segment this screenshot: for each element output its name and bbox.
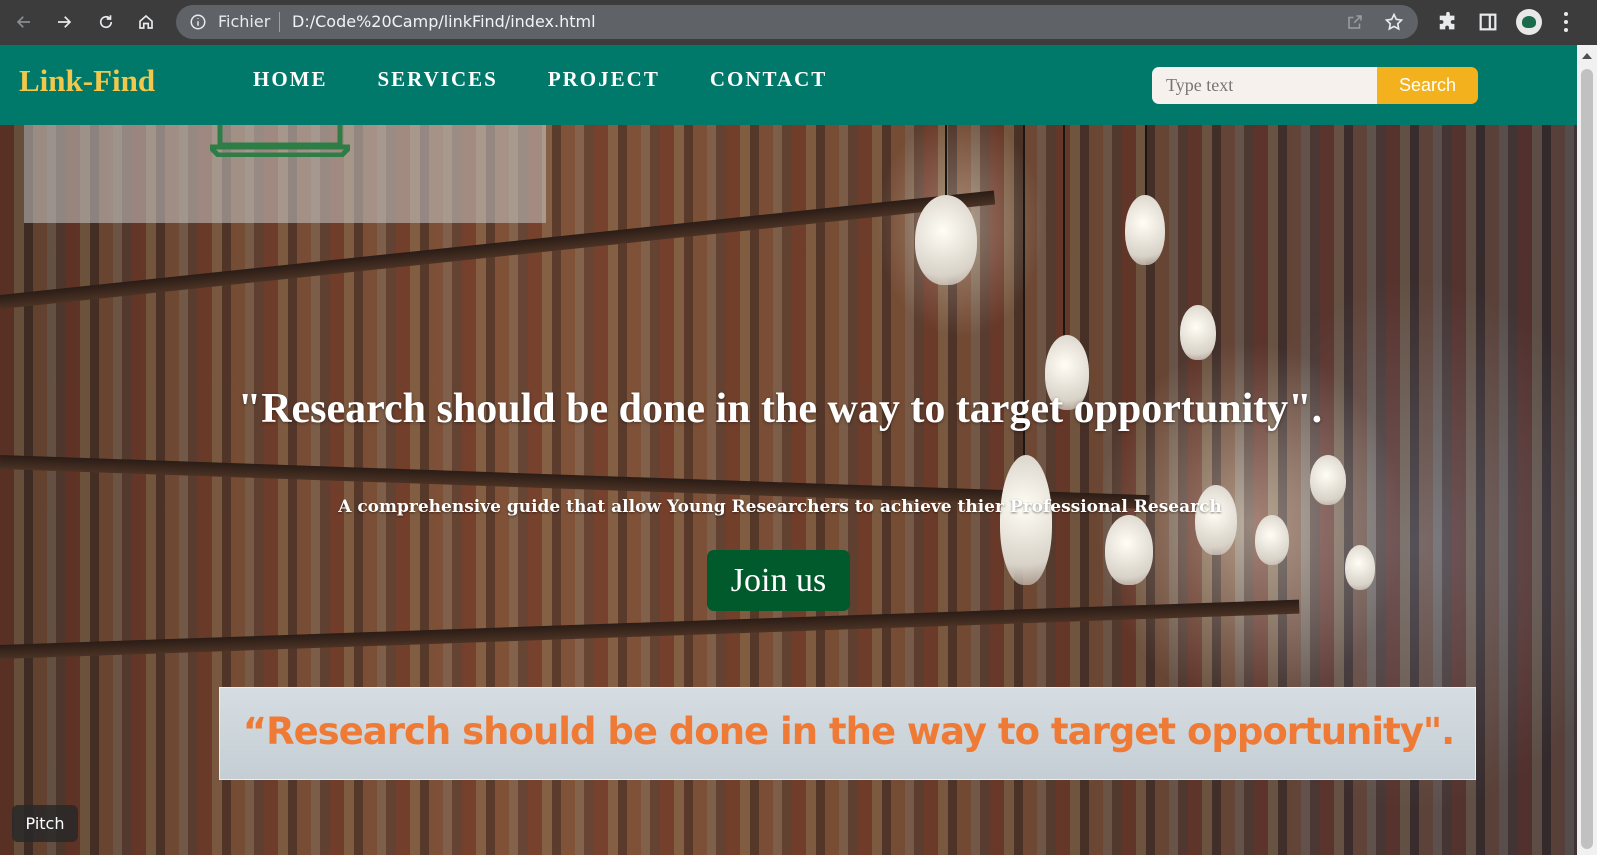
page-scrollbar[interactable] xyxy=(1577,45,1597,855)
hero-subline: A comprehensive guide that allow Young R… xyxy=(338,497,1222,517)
light-bulb xyxy=(1345,545,1375,590)
light-bulb xyxy=(1195,485,1237,555)
pitch-badge[interactable]: Pitch xyxy=(12,805,78,842)
omnibox-divider xyxy=(279,12,280,32)
join-us-button[interactable]: Join us xyxy=(707,550,850,611)
avatar-bird-icon xyxy=(1522,16,1536,28)
hero-headline: "Research should be done in the way to t… xyxy=(237,386,1323,432)
quote-banner: “Research should be done in the way to t… xyxy=(219,687,1476,780)
address-bar[interactable]: Fichier D:/Code%20Camp/linkFind/index.ht… xyxy=(176,5,1418,39)
scheme-label: Fichier xyxy=(218,12,271,31)
back-arrow-icon[interactable] xyxy=(13,11,35,33)
extensions-icon[interactable] xyxy=(1437,11,1459,33)
main-nav: HOME SERVICES PROJECT CONTACT xyxy=(253,67,877,92)
side-panel-icon[interactable] xyxy=(1477,11,1499,33)
scroll-up-icon[interactable] xyxy=(1582,53,1592,59)
share-icon[interactable] xyxy=(1346,13,1364,31)
light-bulb xyxy=(1000,455,1052,585)
light-bulb xyxy=(1125,195,1165,265)
light-bulb xyxy=(1255,515,1289,565)
light-bulb xyxy=(1105,515,1153,585)
nav-contact[interactable]: CONTACT xyxy=(710,67,827,92)
nav-home[interactable]: HOME xyxy=(253,67,328,92)
nav-services[interactable]: SERVICES xyxy=(378,67,498,92)
light-bulb xyxy=(915,195,977,285)
brand-logo[interactable]: Link-Find xyxy=(19,63,155,99)
nav-project[interactable]: PROJECT xyxy=(548,67,660,92)
lamp-cord xyxy=(1063,125,1065,345)
lamp-cord xyxy=(1145,125,1147,205)
star-icon[interactable] xyxy=(1384,12,1404,32)
reload-icon[interactable] xyxy=(95,11,117,33)
page-viewport: Link Find Link-Find HOME SERVICES PROJEC… xyxy=(0,45,1577,855)
light-bulb xyxy=(1180,305,1216,360)
info-icon[interactable] xyxy=(189,13,207,31)
search-input[interactable] xyxy=(1152,67,1377,104)
url-text[interactable]: D:/Code%20Camp/linkFind/index.html xyxy=(292,12,596,31)
browser-toolbar: Fichier D:/Code%20Camp/linkFind/index.ht… xyxy=(0,0,1597,45)
more-menu-icon[interactable] xyxy=(1562,10,1570,34)
home-icon[interactable] xyxy=(135,11,157,33)
scrollbar-thumb[interactable] xyxy=(1581,69,1593,849)
forward-arrow-icon[interactable] xyxy=(53,11,75,33)
profile-avatar[interactable] xyxy=(1516,9,1542,35)
search-button[interactable]: Search xyxy=(1377,67,1478,104)
site-navbar: Link-Find HOME SERVICES PROJECT CONTACT … xyxy=(0,45,1577,125)
banner-quote: “Research should be done in the way to t… xyxy=(242,710,1455,753)
